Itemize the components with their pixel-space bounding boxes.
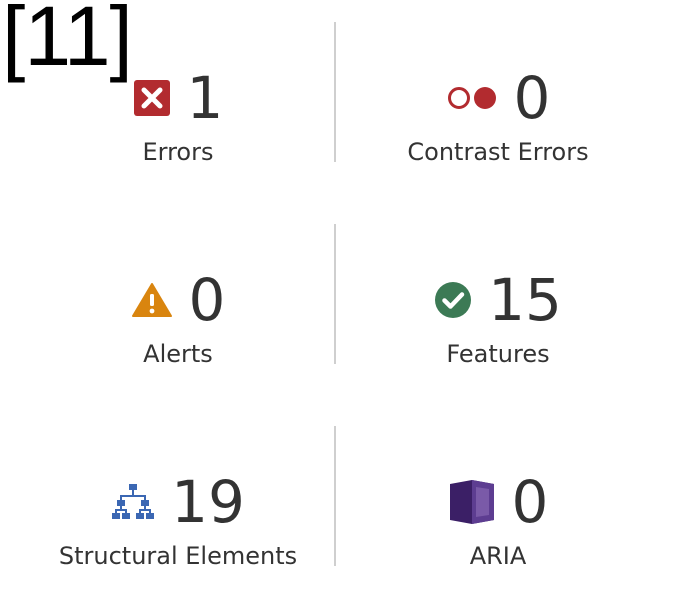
summary-item-errors[interactable]: 1 Errors — [20, 22, 336, 166]
alerts-label: Alerts — [143, 340, 213, 368]
contrast-error-icon — [446, 85, 498, 111]
summary-item-contrast-errors[interactable]: 0 Contrast Errors — [340, 22, 656, 166]
feature-icon — [434, 281, 472, 319]
summary-item-structural-elements[interactable]: 19 Structural Elements — [20, 426, 336, 570]
features-label: Features — [446, 340, 550, 368]
contrast-errors-label: Contrast Errors — [407, 138, 589, 166]
alert-icon — [131, 282, 173, 318]
error-icon — [133, 79, 171, 117]
errors-count: 1 — [186, 64, 224, 132]
aria-count: 0 — [511, 468, 549, 536]
errors-label: Errors — [142, 138, 214, 166]
structural-elements-label: Structural Elements — [58, 542, 298, 570]
summary-item-aria[interactable]: 0 ARIA — [340, 426, 656, 570]
structural-elements-count: 19 — [171, 468, 245, 536]
structure-icon — [111, 483, 155, 521]
summary-item-features[interactable]: 15 Features — [340, 224, 656, 368]
alerts-count: 0 — [188, 266, 226, 334]
features-count: 15 — [488, 266, 562, 334]
summary-item-alerts[interactable]: 0 Alerts — [20, 224, 336, 368]
contrast-errors-count: 0 — [513, 64, 551, 132]
aria-icon — [448, 478, 496, 526]
summary-panel: 1 Errors 0 Contrast Errors 0 Alerts 15 F… — [20, 22, 660, 570]
aria-label: ARIA — [469, 542, 527, 570]
